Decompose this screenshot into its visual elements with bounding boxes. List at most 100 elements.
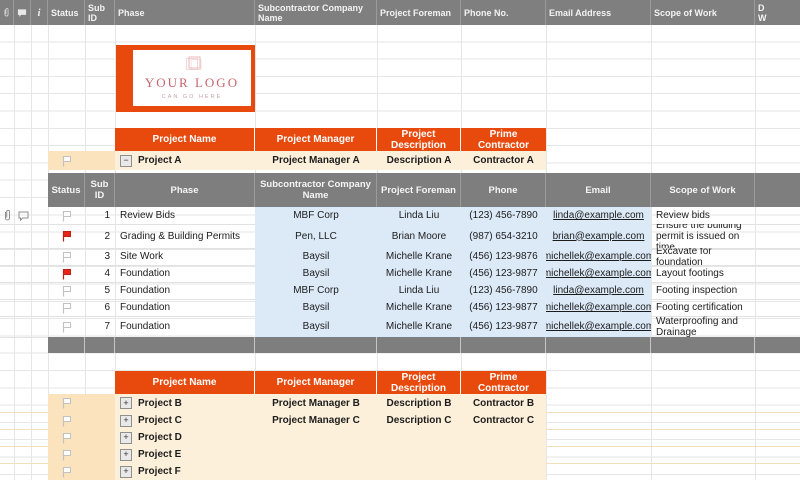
comment-indicator[interactable]	[17, 210, 29, 221]
status-cell[interactable]	[48, 248, 85, 265]
sub-id-cell[interactable]: 4	[85, 265, 115, 282]
project-name-cell[interactable]: + Project D	[115, 429, 255, 446]
phone-subheader[interactable]: Phone	[461, 173, 546, 207]
phase-cell[interactable]: Foundation	[115, 316, 255, 337]
foreman-cell[interactable]: Michelle Krane	[377, 265, 461, 282]
email-cell[interactable]: linda@example.com	[546, 207, 651, 224]
company-cell[interactable]: MBF Corp	[255, 207, 377, 224]
prime-contractor-header[interactable]: Prime Contractor	[461, 371, 546, 394]
company-cell[interactable]: Baysil	[255, 248, 377, 265]
sub-id-column-header[interactable]: Sub ID	[85, 0, 115, 25]
status-column-header[interactable]: Status	[48, 0, 85, 25]
sub-id-cell[interactable]	[85, 446, 115, 463]
project-description-header[interactable]: Project Description	[377, 371, 461, 394]
email-cell[interactable]: michellek@example.com	[546, 265, 651, 282]
project-manager-cell[interactable]	[255, 446, 377, 463]
status-cell[interactable]	[48, 224, 85, 248]
project-name-cell[interactable]: + Project F	[115, 463, 255, 480]
foreman-cell[interactable]: Linda Liu	[377, 282, 461, 299]
scope-column-header[interactable]: Scope of Work	[651, 0, 755, 25]
foreman-cell[interactable]: Linda Liu	[377, 207, 461, 224]
flag-icon[interactable]	[61, 268, 72, 280]
scope-cell[interactable]: Footing certification	[651, 299, 755, 316]
flag-icon[interactable]	[61, 302, 72, 314]
attachment-column-header[interactable]	[0, 0, 14, 25]
flag-icon[interactable]	[61, 466, 72, 478]
sub-id-cell[interactable]: 7	[85, 316, 115, 337]
flag-icon[interactable]	[61, 155, 72, 167]
status-cell[interactable]	[48, 394, 85, 412]
project-manager-cell[interactable]: Project Manager B	[255, 394, 377, 412]
cutoff-column-header[interactable]: DW	[755, 0, 800, 25]
project-name-header[interactable]: Project Name	[115, 371, 255, 394]
phase-cell[interactable]: Review Bids	[115, 207, 255, 224]
project-manager-cell[interactable]	[255, 463, 377, 480]
email-link[interactable]: brian@example.com	[553, 231, 645, 242]
project-manager-header[interactable]: Project Manager	[255, 371, 377, 394]
email-cell[interactable]: michellek@example.com	[546, 316, 651, 337]
prime-contractor-cell[interactable]: Contractor C	[461, 412, 546, 429]
foreman-cell[interactable]: Michelle Krane	[377, 248, 461, 265]
prime-contractor-cell[interactable]	[461, 446, 546, 463]
expand-button[interactable]: +	[120, 431, 132, 444]
company-cell[interactable]: MBF Corp	[255, 282, 377, 299]
cutoff-subheader[interactable]	[755, 173, 800, 207]
project-description-cell[interactable]	[377, 429, 461, 446]
scope-subheader[interactable]: Scope of Work	[651, 173, 755, 207]
foreman-column-header[interactable]: Project Foreman	[377, 0, 461, 25]
foreman-cell[interactable]: Brian Moore	[377, 224, 461, 248]
sub-id-cell[interactable]	[85, 429, 115, 446]
sub-id-cell[interactable]: 3	[85, 248, 115, 265]
project-description-cell[interactable]	[377, 446, 461, 463]
company-cell[interactable]: Baysil	[255, 316, 377, 337]
status-cell[interactable]	[48, 316, 85, 337]
status-cell[interactable]	[48, 463, 85, 480]
status-cell[interactable]	[48, 299, 85, 316]
phone-cell[interactable]: (456) 123-9877	[461, 265, 546, 282]
company-column-header[interactable]: Subcontractor Company Name	[255, 0, 377, 25]
flag-icon[interactable]	[61, 321, 72, 333]
flag-icon[interactable]	[61, 432, 72, 444]
phone-cell[interactable]: (987) 654-3210	[461, 224, 546, 248]
sub-id-subheader[interactable]: Sub ID	[85, 173, 115, 207]
project-description-cell[interactable]	[377, 463, 461, 480]
company-subheader[interactable]: Subcontractor Company Name	[255, 173, 377, 207]
prime-contractor-cell[interactable]: Contractor A	[461, 151, 546, 170]
prime-contractor-cell[interactable]	[461, 463, 546, 480]
comment-column-header[interactable]	[14, 0, 31, 25]
flag-icon[interactable]	[61, 210, 72, 222]
status-cell[interactable]	[48, 207, 85, 224]
info-column-header[interactable]: i	[31, 0, 48, 25]
sub-id-cell[interactable]	[85, 463, 115, 480]
flag-icon[interactable]	[61, 415, 72, 427]
sub-id-cell[interactable]: 6	[85, 299, 115, 316]
flag-icon[interactable]	[61, 251, 72, 263]
status-cell[interactable]	[48, 412, 85, 429]
scope-cell[interactable]: Review bids	[651, 207, 755, 224]
project-manager-cell[interactable]: Project Manager C	[255, 412, 377, 429]
email-cell[interactable]: michellek@example.com	[546, 248, 651, 265]
flag-icon[interactable]	[61, 285, 72, 297]
status-cell[interactable]	[48, 446, 85, 463]
phone-cell[interactable]: (123) 456-7890	[461, 282, 546, 299]
project-manager-cell[interactable]: Project Manager A	[255, 151, 377, 170]
project-name-cell[interactable]: − Project A	[115, 151, 255, 170]
phase-cell[interactable]: Site Work	[115, 248, 255, 265]
project-description-cell[interactable]: Description B	[377, 394, 461, 412]
status-cell[interactable]	[48, 282, 85, 299]
phone-cell[interactable]: (456) 123-9877	[461, 316, 546, 337]
sub-id-cell[interactable]	[85, 412, 115, 429]
scope-cell[interactable]: Excavate for foundation	[651, 248, 755, 265]
foreman-cell[interactable]: Michelle Krane	[377, 316, 461, 337]
email-cell[interactable]: michellek@example.com	[546, 299, 651, 316]
sub-id-cell[interactable]: 5	[85, 282, 115, 299]
project-description-header[interactable]: Project Description	[377, 128, 461, 151]
project-name-cell[interactable]: + Project E	[115, 446, 255, 463]
project-name-cell[interactable]: + Project C	[115, 412, 255, 429]
sub-id-cell[interactable]	[85, 394, 115, 412]
scope-cell[interactable]: Ensure the building permit is issued on …	[651, 224, 755, 248]
expand-button[interactable]: +	[120, 465, 132, 478]
project-name-header[interactable]: Project Name	[115, 128, 255, 151]
sub-id-cell[interactable]: 1	[85, 207, 115, 224]
flag-icon[interactable]	[61, 449, 72, 461]
